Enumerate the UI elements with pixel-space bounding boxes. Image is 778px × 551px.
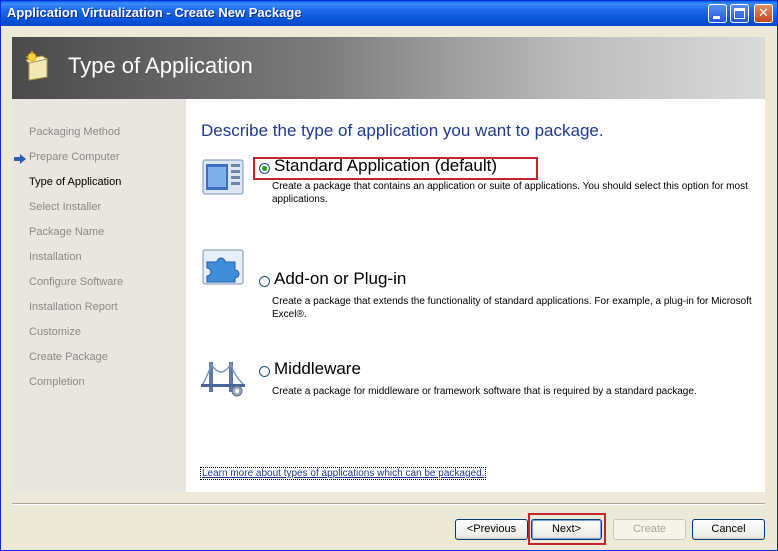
- middleware-description: Create a package for middleware or frame…: [272, 386, 697, 397]
- add-on-plug-in-description: Create a package that extends the functi…: [272, 296, 752, 320]
- nav-step-create-package: Create Package: [29, 351, 108, 363]
- nav-step-package-name: Package Name: [29, 226, 105, 238]
- minimize-button[interactable]: [708, 4, 727, 23]
- nav-step-type-of-application: Type of Application: [29, 176, 122, 188]
- standard-application-highlight: [253, 157, 538, 180]
- close-icon: ✕: [758, 6, 769, 21]
- wizard-steps-nav: Packaging Method Prepare Computer Type o…: [12, 99, 186, 492]
- maximize-icon: [734, 8, 745, 19]
- title-bar[interactable]: Application Virtualization - Create New …: [1, 1, 777, 26]
- header-banner: Type of Application: [12, 37, 765, 99]
- nav-step-installation: Installation: [29, 251, 82, 263]
- application-window-icon: [202, 159, 244, 195]
- nav-step-completion: Completion: [29, 376, 85, 388]
- middleware-label[interactable]: Middleware: [274, 359, 361, 379]
- cancel-button[interactable]: Cancel: [692, 519, 765, 540]
- nav-step-select-installer: Select Installer: [29, 201, 102, 213]
- learn-more-link[interactable]: Learn more about types of applications w…: [200, 467, 487, 480]
- middleware-radio[interactable]: [259, 366, 270, 377]
- puzzle-piece-icon: [202, 249, 244, 285]
- page-title: Type of Application: [68, 53, 253, 78]
- nav-step-packaging-method: Packaging Method: [29, 126, 121, 138]
- content-heading: Describe the type of application you wan…: [201, 121, 604, 140]
- footer-separator: [12, 503, 765, 505]
- main-content: Describe the type of application you wan…: [186, 99, 765, 492]
- nav-step-installation-report: Installation Report: [29, 301, 118, 313]
- add-on-plug-in-label[interactable]: Add-on or Plug-in: [274, 269, 406, 289]
- minimize-icon: [713, 16, 720, 19]
- nav-step-customize: Customize: [29, 326, 81, 338]
- next-button-highlight: [528, 513, 606, 545]
- close-button[interactable]: ✕: [754, 4, 773, 23]
- previous-button[interactable]: <Previous: [455, 519, 528, 540]
- nav-step-configure-software: Configure Software: [29, 276, 124, 288]
- add-on-plug-in-radio[interactable]: [259, 276, 270, 287]
- create-button: Create: [613, 519, 686, 540]
- package-box-icon: [25, 51, 49, 81]
- standard-application-description: Create a package that contains an applic…: [272, 181, 748, 205]
- window-title: Application Virtualization - Create New …: [7, 5, 302, 20]
- bridge-icon: [201, 361, 245, 397]
- current-step-arrow-icon: [14, 154, 26, 164]
- nav-step-prepare-computer: Prepare Computer: [29, 151, 120, 163]
- maximize-button[interactable]: [730, 4, 749, 23]
- wizard-window: Application Virtualization - Create New …: [0, 0, 778, 551]
- wizard-body: Type of Application Packaging Method Pre…: [4, 26, 774, 548]
